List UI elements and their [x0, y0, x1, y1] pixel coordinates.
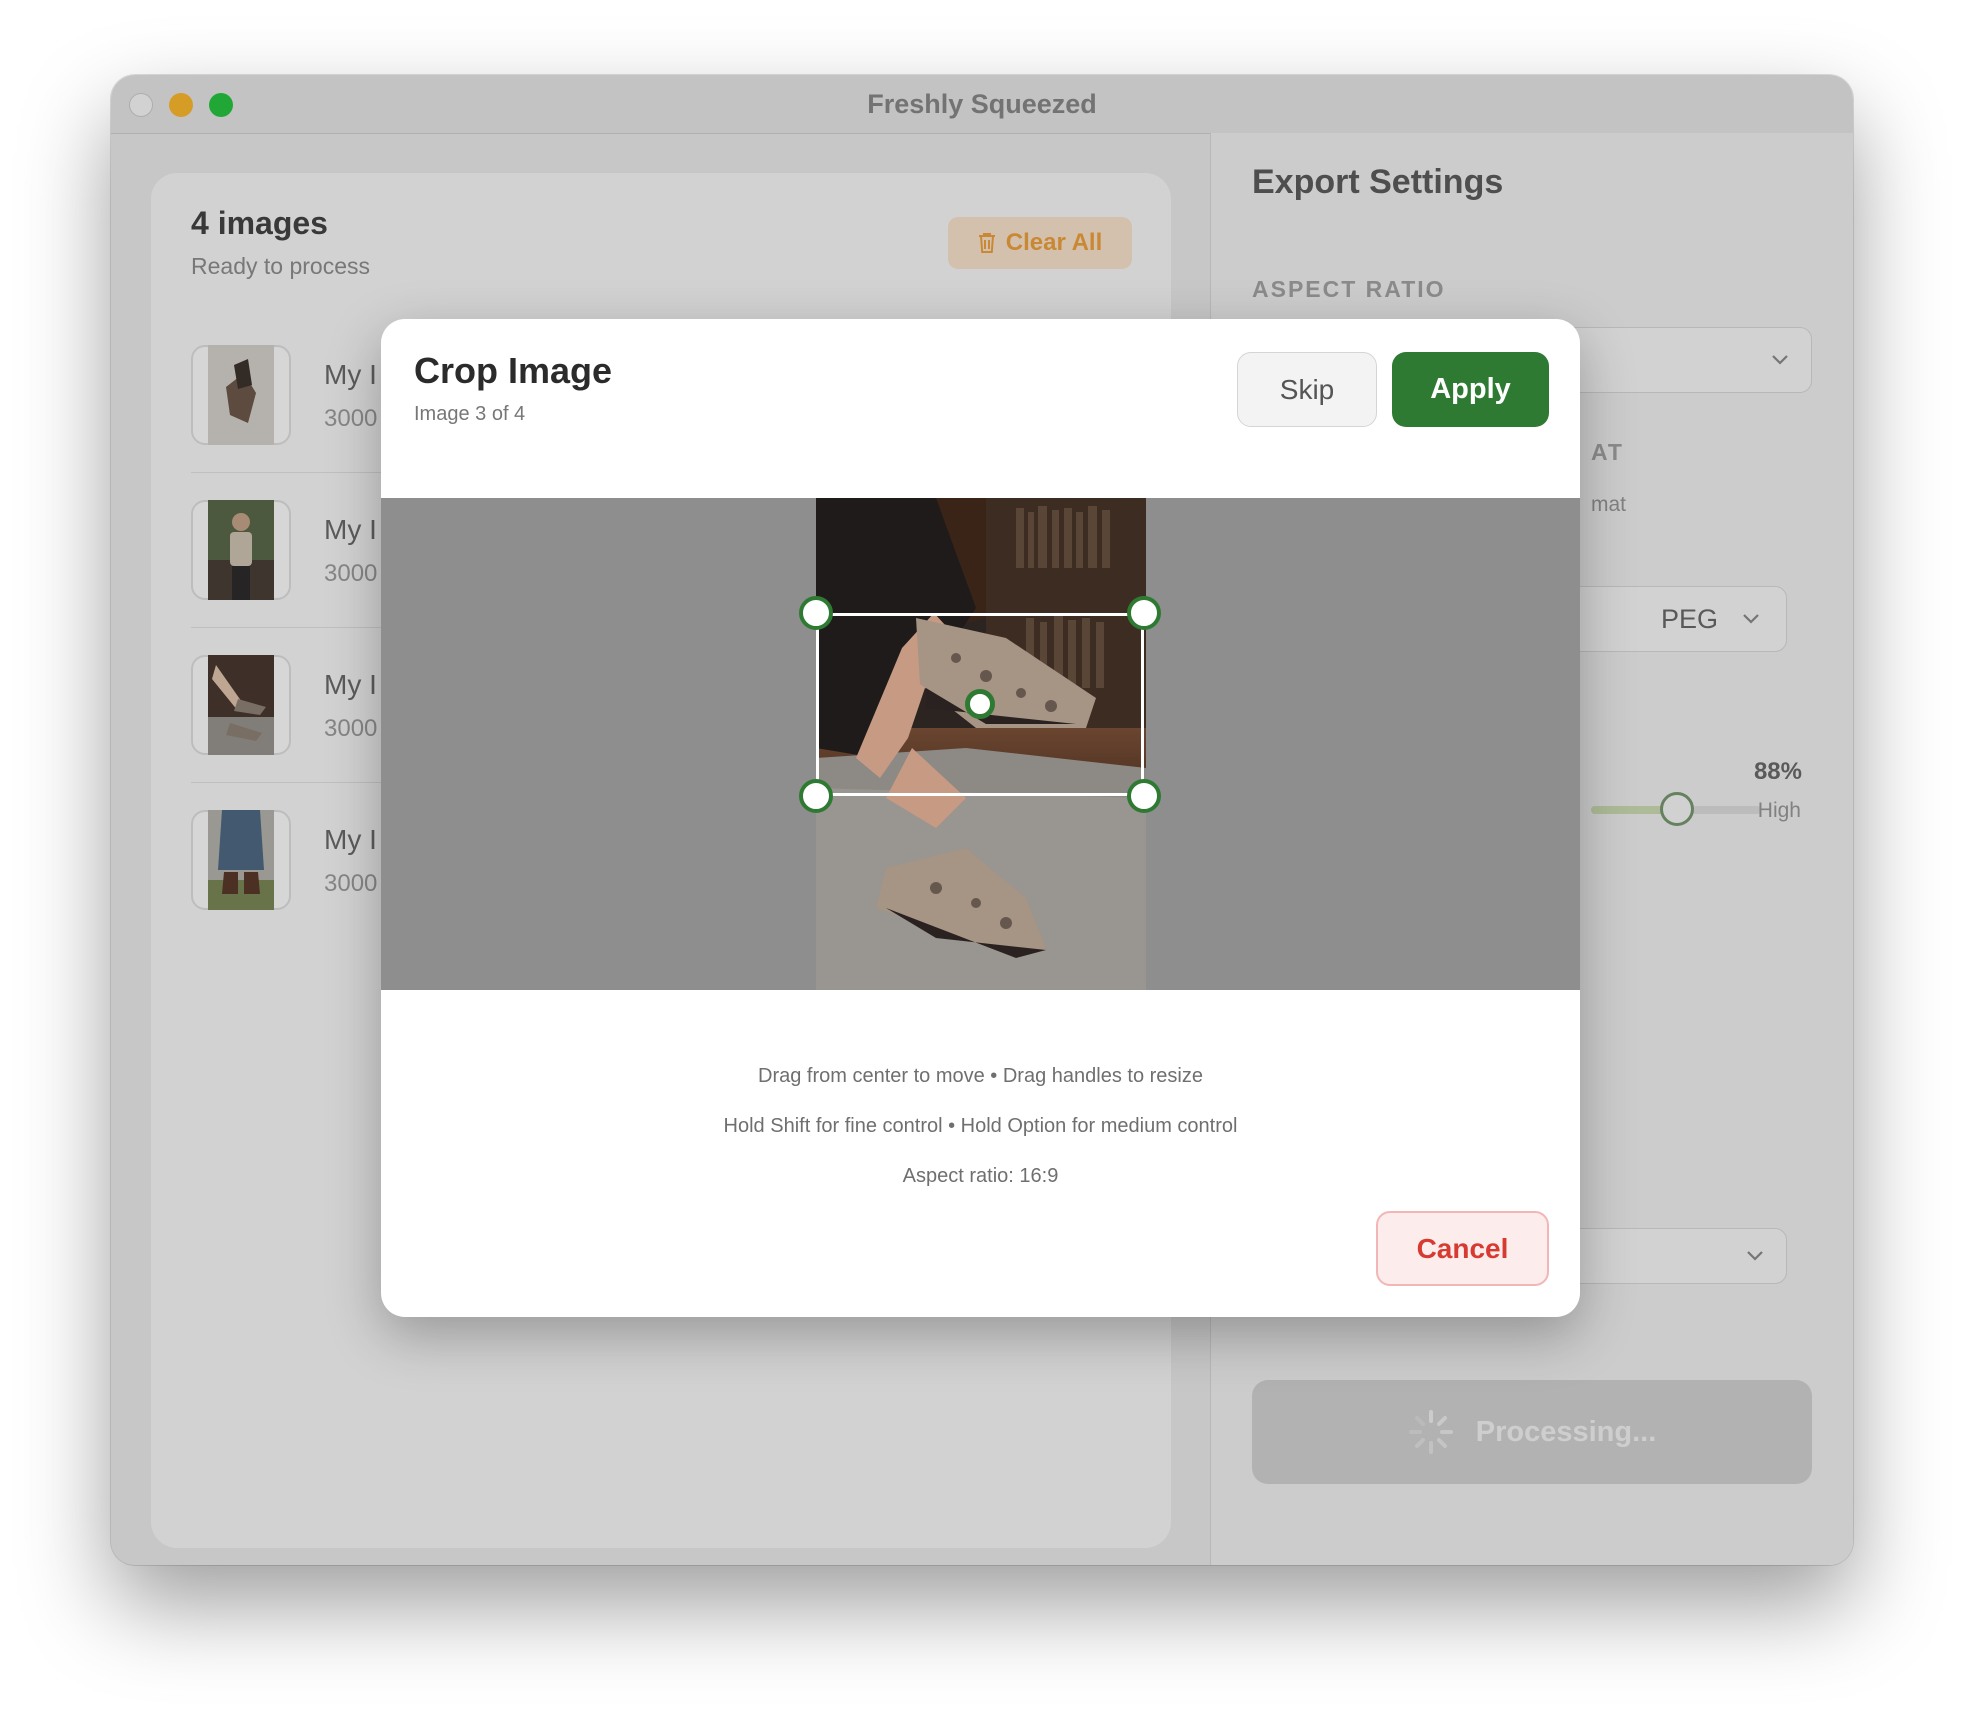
crop-handle-bottom-right[interactable] [1127, 779, 1161, 813]
crop-image-dialog: Crop Image Image 3 of 4 Skip Apply Drag … [381, 319, 1580, 1317]
skip-button[interactable]: Skip [1237, 352, 1377, 427]
cancel-button[interactable]: Cancel [1376, 1211, 1549, 1286]
aspect-ratio-text: Aspect ratio: 16:9 [902, 1165, 1059, 1187]
crop-handle-top-right[interactable] [1127, 596, 1161, 630]
dialog-title: Crop Image [414, 350, 613, 391]
hint-move-resize: Drag from center to move • Drag handles … [758, 1065, 1203, 1087]
crop-handle-top-left[interactable] [799, 596, 833, 630]
apply-button[interactable]: Apply [1392, 352, 1549, 427]
crop-canvas[interactable] [381, 498, 1580, 990]
hint-modifiers: Hold Shift for fine control • Hold Optio… [723, 1115, 1238, 1137]
dialog-subtitle: Image 3 of 4 [414, 403, 526, 425]
crop-handle-bottom-left[interactable] [799, 779, 833, 813]
crop-move-handle[interactable] [965, 689, 995, 719]
